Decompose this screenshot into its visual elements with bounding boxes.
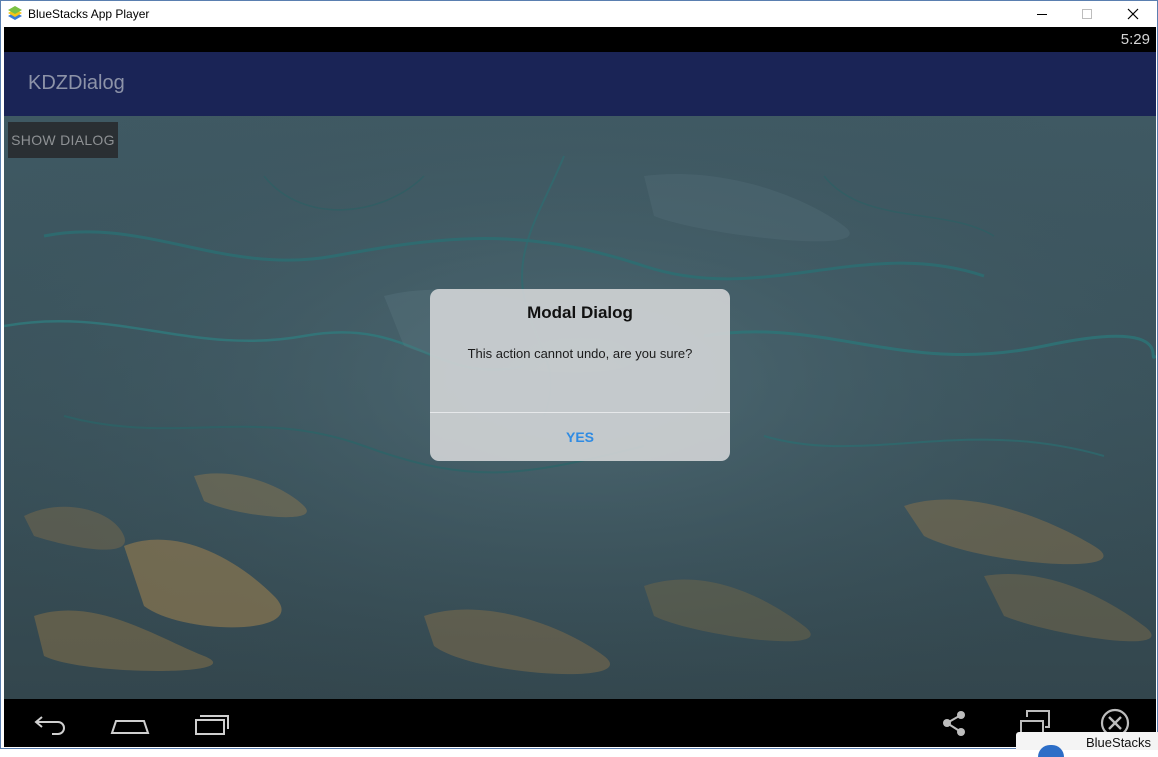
dialog-title: Modal Dialog	[527, 303, 633, 322]
status-bar: 5:29	[4, 27, 1156, 52]
app-title: KDZDialog	[28, 72, 125, 94]
maximize-icon	[1082, 9, 1092, 19]
bluestacks-logo-icon	[7, 6, 23, 22]
modal-dialog: Modal Dialog This action cannot undo, ar…	[430, 289, 730, 461]
android-screen: 5:29 KDZDialog SHOW DIALOG Modal Dialog …	[4, 27, 1156, 747]
close-button[interactable]	[1110, 1, 1156, 27]
minimize-icon	[1037, 14, 1047, 15]
show-dialog-button[interactable]: SHOW DIALOG	[8, 122, 118, 158]
share-button[interactable]	[939, 707, 969, 744]
home-button[interactable]	[108, 707, 152, 744]
action-bar: KDZDialog	[4, 52, 1156, 116]
dialog-message: This action cannot undo, are you sure?	[467, 346, 693, 361]
bluestacks-badge[interactable]: BlueStacks	[1016, 732, 1158, 757]
home-icon	[110, 720, 150, 734]
minimize-button[interactable]	[1019, 1, 1065, 27]
yes-button[interactable]: YES	[430, 413, 730, 461]
bluestacks-badge-label: BlueStacks	[1086, 735, 1152, 750]
bluestacks-badge-logo-icon	[1038, 745, 1064, 757]
maximize-button[interactable]	[1064, 1, 1110, 27]
close-icon	[1127, 8, 1139, 20]
share-icon	[943, 711, 965, 736]
navigation-bar	[4, 699, 1156, 747]
title-bar: BlueStacks App Player	[1, 1, 1157, 27]
recent-apps-button[interactable]	[190, 707, 230, 744]
content-area: SHOW DIALOG Modal Dialog This action can…	[4, 116, 1156, 699]
back-icon	[34, 716, 65, 735]
back-button[interactable]	[32, 707, 68, 744]
bluestacks-window: BlueStacks App Player 5:29 KDZDialog SHO…	[0, 0, 1158, 757]
status-clock: 5:29	[1120, 31, 1150, 48]
recent-apps-icon	[195, 715, 229, 735]
window-title: BlueStacks App Player	[28, 7, 150, 21]
